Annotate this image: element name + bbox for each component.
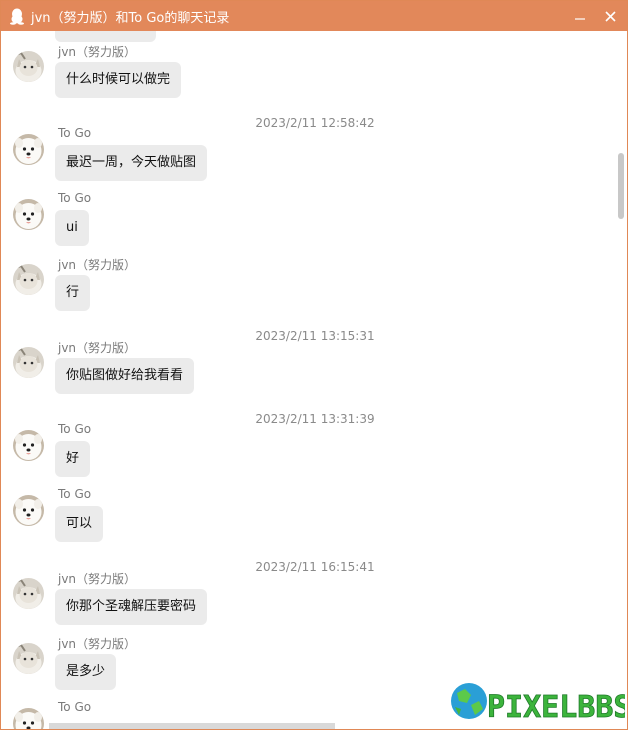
sender-name: jvn（努力版） (58, 45, 137, 59)
message-bubble[interactable]: ui (55, 210, 89, 246)
message-bubble[interactable]: 什么时候可以做完 (55, 62, 182, 98)
message-bubble[interactable]: 最迟一周，今天做贴图 (55, 145, 208, 181)
dog-avatar[interactable] (13, 495, 44, 526)
sender-name: To Go (58, 422, 92, 436)
close-button[interactable] (595, 1, 625, 31)
sender-name: jvn（努力版） (58, 637, 137, 651)
cat-avatar[interactable] (13, 643, 44, 674)
sender-name: To Go (58, 700, 92, 714)
window-title: jvn（努力版）和To Go的聊天记录 (31, 10, 230, 26)
dog-avatar[interactable] (13, 199, 44, 230)
timestamp: 2023/2/11 12:58:42 (255, 116, 375, 130)
qq-penguin-icon (9, 7, 25, 25)
message-bubble[interactable]: 行 (55, 275, 91, 311)
sender-name: jvn（努力版） (58, 572, 137, 586)
sender-name: jvn（努力版） (58, 258, 137, 272)
timestamp: 2023/2/11 13:31:39 (255, 412, 375, 426)
message-list[interactable]: jvn（努力版） 什么时候可以做完 2023/2/11 12:58:42 To … (1, 31, 617, 729)
pixelbbs-watermark-logo: PIXELBBS (451, 683, 625, 725)
message-bubble[interactable]: 你那个圣魂解压要密码 (55, 589, 208, 625)
sender-name: To Go (58, 126, 92, 140)
vertical-scrollbar[interactable] (617, 31, 625, 729)
svg-text:PIXELBBS: PIXELBBS (487, 690, 625, 725)
cat-avatar[interactable] (13, 347, 44, 378)
message-bubble[interactable]: 是多少 (55, 654, 117, 690)
dog-avatar[interactable] (13, 708, 44, 729)
cat-avatar[interactable] (13, 264, 44, 295)
partial-message-bubble (55, 31, 156, 42)
scrollbar-thumb[interactable] (618, 153, 624, 219)
sender-name: To Go (58, 487, 92, 501)
message-bubble[interactable]: 可以 (55, 506, 104, 542)
dog-avatar[interactable] (13, 134, 44, 165)
message-bubble[interactable]: 好 (55, 441, 91, 477)
message-bubble[interactable]: 你贴图做好给我看看 (55, 358, 195, 394)
chat-history-window: jvn（努力版）和To Go的聊天记录 jvn（努力版） 什么时候可以做完 20… (0, 0, 628, 730)
minimize-button[interactable] (565, 1, 595, 31)
sender-name: jvn（努力版） (58, 341, 137, 355)
cat-avatar[interactable] (13, 578, 44, 609)
bottom-toolbar-edge (49, 723, 335, 729)
cat-avatar[interactable] (13, 51, 44, 82)
dog-avatar[interactable] (13, 430, 44, 461)
title-bar[interactable]: jvn（努力版）和To Go的聊天记录 (1, 1, 627, 31)
sender-name: To Go (58, 191, 92, 205)
